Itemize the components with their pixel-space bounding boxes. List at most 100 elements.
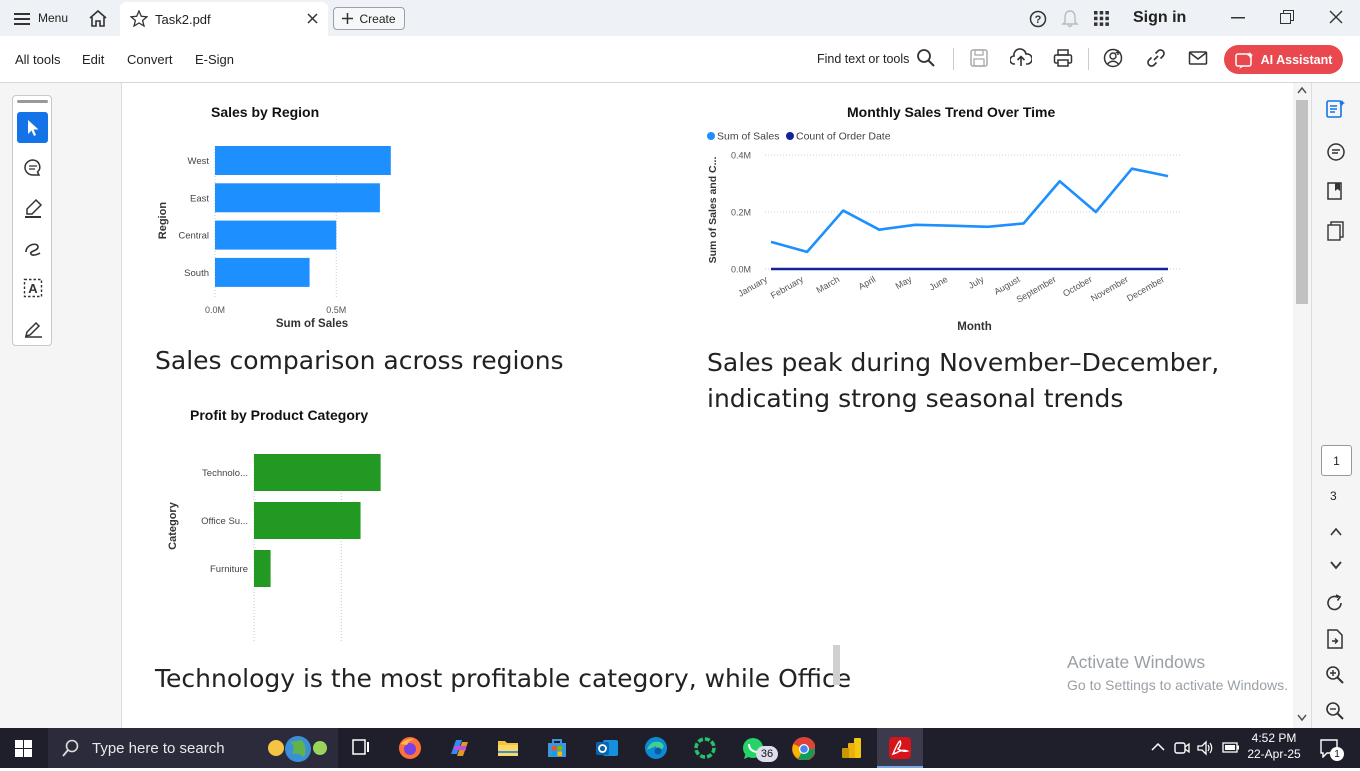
bar [215,221,336,250]
find-text-or-tools[interactable]: Find text or tools [817,52,909,66]
file-explorer-icon[interactable] [496,736,520,760]
notifications-bell-icon[interactable] [1061,9,1079,28]
edit-pdf-icon[interactable] [1325,98,1347,120]
save-icon[interactable] [969,48,991,70]
refresh-rotate-icon[interactable] [1325,593,1347,615]
bar [254,454,381,491]
menu-all-tools[interactable]: All tools [15,52,61,67]
caption-monthly-line2: indicating strong seasonal trends [707,381,1123,417]
home-icon[interactable] [88,9,108,27]
battery-icon[interactable] [1222,741,1240,754]
cloud-upload-icon[interactable] [1010,48,1032,70]
svg-text:A: A [28,281,38,296]
zoom-out-icon[interactable] [1325,701,1347,723]
freehand-draw-icon [23,238,43,258]
windows-start-icon[interactable] [15,740,32,757]
zoom-in-icon[interactable] [1325,665,1347,687]
menu-convert[interactable]: Convert [127,52,173,67]
drag-handle[interactable] [17,100,48,103]
whatsapp-badge: 36 [756,746,778,762]
notification-count-badge: 1 [1330,747,1344,761]
x-tick-label: 0.0M [205,305,225,315]
task-view-icon[interactable] [350,736,374,760]
series-line [771,169,1168,252]
x-axis-title: Sum of Sales [276,318,348,330]
help-icon[interactable]: ? [1029,10,1047,28]
acrobat-app-active[interactable] [877,728,923,768]
minimize-icon[interactable] [1231,17,1245,19]
app-ring-icon[interactable] [693,736,717,760]
create-button[interactable]: Create [333,7,405,30]
x-tick-label: June [928,274,950,292]
category-label: Office Su... [201,516,248,527]
bookmarks-icon[interactable] [1325,180,1347,202]
outlook-icon[interactable] [595,736,619,760]
link-icon[interactable] [1146,48,1168,70]
y-axis-title: Sum of Sales and C... [707,157,719,264]
bar [215,258,310,287]
tab-title: Task2.pdf [155,12,211,27]
select-tool[interactable] [17,112,48,143]
sign-in-link[interactable]: Sign in [1133,9,1186,27]
document-tab[interactable]: Task2.pdf [120,2,328,36]
x-tick-label: April [857,274,878,292]
clock-date[interactable]: 22-Apr-25 [1244,747,1304,761]
bar [215,146,391,175]
category-label: Furniture [210,564,248,575]
restore-icon[interactable] [1280,10,1294,24]
show-hidden-icons-icon[interactable] [1151,742,1165,752]
firefox-icon[interactable] [398,736,422,760]
text-recognition-tool[interactable]: A [17,272,48,303]
caption-region: Sales comparison across regions [155,343,564,379]
apps-grid-icon[interactable] [1094,11,1109,26]
edge-icon[interactable] [644,736,668,760]
close-window-icon[interactable] [1329,10,1343,24]
caption-profit: Technology is the most profitable catego… [155,661,851,697]
highlight-tool[interactable] [17,192,48,223]
scroll-down-arrow-icon[interactable] [1297,714,1307,722]
bar [254,502,361,539]
x-tick-label: 0.5M [326,305,346,315]
clock-time[interactable]: 4:52 PM [1244,731,1304,745]
print-icon[interactable] [1053,48,1075,70]
power-bi-icon[interactable] [840,736,864,760]
legend-label: Count of Order Date [796,131,891,143]
copilot-icon[interactable] [447,736,471,760]
menu-button[interactable]: Menu [14,11,68,25]
category-label: Central [178,231,209,242]
bar [254,550,271,587]
menu-e-sign[interactable]: E-Sign [195,52,234,67]
toolbar-divider [953,48,954,70]
weather-widget-icon[interactable] [262,730,332,766]
comments-panel-icon[interactable] [1325,141,1347,163]
search-icon [62,739,80,757]
microsoft-store-icon[interactable] [545,736,569,760]
volume-icon[interactable] [1196,740,1214,756]
share-user-icon[interactable] [1103,48,1125,70]
current-page-input[interactable]: 1 [1321,445,1352,476]
previous-page-icon[interactable] [1330,527,1342,536]
page-export-icon[interactable] [1325,628,1347,650]
star-icon[interactable] [130,10,148,27]
menu-edit[interactable]: Edit [82,52,104,67]
category-label: Technolo... [202,468,248,479]
comment-tool[interactable] [17,152,48,183]
ai-assistant-button[interactable]: AI Assistant [1224,45,1343,74]
activate-windows-title: Activate Windows [1067,652,1205,673]
hamburger-icon [14,12,30,25]
y-axis-title: Category [167,501,179,550]
chrome-icon[interactable] [791,736,815,760]
meet-now-icon[interactable] [1174,740,1190,756]
sign-tool[interactable] [17,312,48,343]
search-icon[interactable] [916,48,938,70]
scrollbar-thumb[interactable] [1296,100,1308,304]
close-tab-icon[interactable] [307,13,318,24]
scroll-up-arrow-icon[interactable] [1297,86,1307,94]
toolbar-divider [1088,48,1089,70]
email-icon[interactable] [1188,48,1210,70]
total-pages-label: 3 [1330,489,1337,503]
pages-thumbnails-icon[interactable] [1325,220,1347,242]
whatsapp-app[interactable]: 36 [740,736,780,764]
draw-tool[interactable] [17,232,48,263]
next-page-icon[interactable] [1330,561,1342,570]
